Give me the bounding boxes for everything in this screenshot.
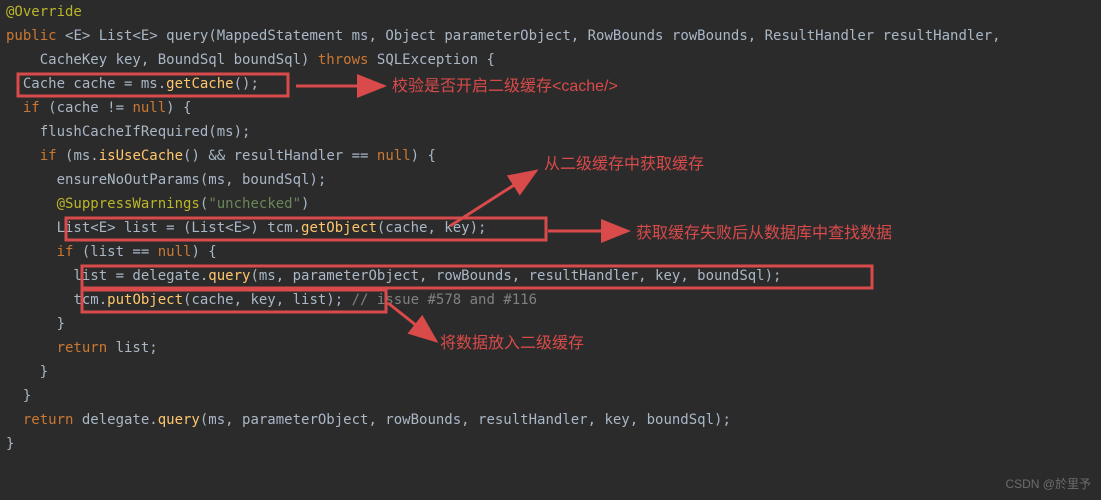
code-line: return delegate.query(ms, parameterObjec… <box>6 408 1101 432</box>
code-line: } <box>6 384 1101 408</box>
code-line-delegatequery: list = delegate.query(ms, parameterObjec… <box>6 264 1101 288</box>
keyword-throws: throws <box>318 52 377 68</box>
code-line: if (cache != null) { <box>6 96 1101 120</box>
string-unchecked: "unchecked" <box>208 196 301 212</box>
annotation-text-3: 获取缓存失败后从数据库中查找数据 <box>636 222 892 246</box>
code-line: public <E> List<E> query(MappedStatement… <box>6 24 1101 48</box>
code-line-getobject: List<E> list = (List<E>) tcm.getObject(c… <box>6 216 1101 240</box>
keyword-public: public <box>6 28 65 44</box>
annotation-text-2: 从二级缓存中获取缓存 <box>544 153 704 177</box>
watermark: CSDN @於里予 <box>1005 472 1091 496</box>
code-line: } <box>6 432 1101 456</box>
fn-putobject: putObject <box>107 292 183 308</box>
code-line: flushCacheIfRequired(ms); <box>6 120 1101 144</box>
fn-query: query <box>208 268 250 284</box>
fn-getcache: getCache <box>166 76 233 92</box>
code-line-putobject: tcm.putObject(cache, key, list); // issu… <box>6 288 1101 312</box>
comment-issue: // issue #578 and #116 <box>343 292 537 308</box>
code-line: @SuppressWarnings("unchecked") <box>6 192 1101 216</box>
code-line: @Override <box>6 0 1101 24</box>
annotation-override: @Override <box>6 4 82 20</box>
code-line: if (list == null) { <box>6 240 1101 264</box>
fn-getobject: getObject <box>301 220 377 236</box>
annotation-suppresswarnings: @SuppressWarnings <box>6 196 200 212</box>
code-line: CacheKey key, BoundSql boundSql) throws … <box>6 48 1101 72</box>
annotation-text-1: 校验是否开启二级缓存<cache/> <box>392 75 618 99</box>
code-block: @Override public <E> List<E> query(Mappe… <box>6 0 1101 456</box>
keyword-null: null <box>132 100 166 116</box>
annotation-text-4: 将数据放入二级缓存 <box>440 332 584 356</box>
code-line: } <box>6 360 1101 384</box>
keyword-return: return <box>6 340 116 356</box>
fn-isusecache: isUseCache <box>99 148 183 164</box>
